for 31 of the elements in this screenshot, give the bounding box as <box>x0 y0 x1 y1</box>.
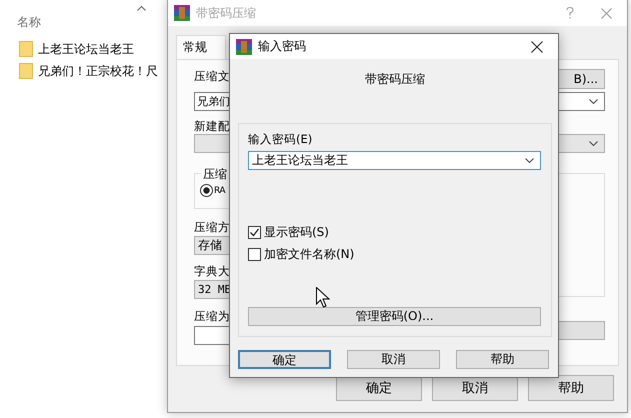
field-label: 压缩为 <box>194 309 230 323</box>
field-label: 输入密码(E) <box>248 132 312 146</box>
dialog-button[interactable]: 帮助 <box>528 375 614 401</box>
radio-button[interactable] <box>200 184 213 197</box>
field-label: 压缩文 <box>194 69 230 83</box>
field-label: 新建配 <box>194 119 230 133</box>
app-icon <box>236 38 252 54</box>
dialog-button[interactable]: 帮助 <box>456 350 549 369</box>
app-icon <box>174 5 190 21</box>
password-field[interactable]: 上老王论坛当老王 <box>248 151 541 170</box>
field-label: 字典大 <box>194 264 230 278</box>
dialog-title: 输入密码 <box>258 38 307 55</box>
checkbox[interactable] <box>248 248 261 261</box>
radio-label: RA <box>214 186 226 196</box>
manage-passwords-button[interactable]: 管理密码(O)... <box>248 307 541 326</box>
window-title: 带密码压缩 <box>196 4 257 22</box>
cursor-icon <box>316 287 330 308</box>
folder-icon <box>19 41 33 57</box>
tab[interactable]: 常规 <box>176 35 226 59</box>
checkbox[interactable] <box>248 226 261 239</box>
checkbox-label: 加密文件名称(N) <box>264 246 354 263</box>
file-name[interactable]: 兄弟们！正宗校花！尺 <box>38 62 158 80</box>
sort-caret-icon <box>137 6 146 11</box>
dialog-heading: 带密码压缩 <box>364 72 426 86</box>
dialog-button[interactable]: 确定 <box>238 350 331 369</box>
field-label: 压缩方 <box>194 220 230 234</box>
checkbox-label: 显示密码(S) <box>264 224 329 241</box>
folder-icon <box>19 63 33 79</box>
dialog-button[interactable]: 取消 <box>347 350 440 369</box>
column-header[interactable]: 名称 <box>17 14 41 31</box>
file-name[interactable]: 上老王论坛当老王 <box>38 40 134 58</box>
